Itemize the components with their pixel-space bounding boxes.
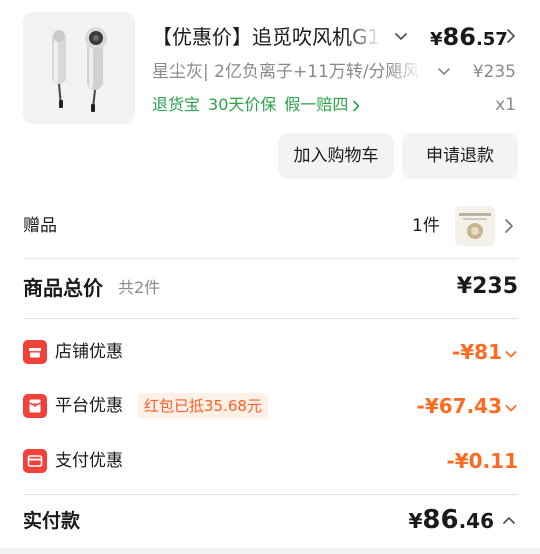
chevron-down-icon[interactable] <box>504 401 518 415</box>
service-return-insurance: 退货宝 <box>152 95 201 114</box>
store-discount-row[interactable]: 店铺优惠 -¥81 <box>0 332 540 372</box>
actual-payment-label: 实付款 <box>23 510 81 532</box>
bottom-strip <box>0 548 540 554</box>
platform-discount-label: 平台优惠 <box>55 396 123 416</box>
platform-discount-amount: -¥67.43 <box>416 394 502 418</box>
chevron-right-icon[interactable] <box>350 100 362 112</box>
order-product-card: 【优惠价】追觅吹风机G10 ¥86.57 星尘灰| 2亿负离子+11万转/分飓风… <box>0 0 540 200</box>
goods-total-count: 共2件 <box>118 278 161 297</box>
goods-total-row: 商品总价 共2件 ¥235 <box>0 268 540 308</box>
payment-discount-value: -¥0.11 <box>446 445 518 477</box>
add-to-cart-button[interactable]: 加入购物车 <box>278 133 394 179</box>
actual-payment-row[interactable]: 实付款 ¥86.46 <box>0 498 540 544</box>
red-packet-badge: 红包已抵35.68元 <box>138 393 268 419</box>
platform-discount-value[interactable]: -¥67.43 <box>417 390 518 422</box>
section-divider <box>23 258 518 259</box>
hair-dryer-image <box>23 12 135 124</box>
gift-thumbnail[interactable] <box>455 206 495 246</box>
goods-total-label: 商品总价 <box>23 276 103 300</box>
chevron-up-icon[interactable] <box>500 512 518 530</box>
paid-decimal: .46 <box>458 509 494 533</box>
price-integer: 86 <box>442 23 476 51</box>
red-packet-icon <box>23 394 47 418</box>
chevron-right-icon[interactable] <box>502 217 516 235</box>
wallet-icon <box>23 449 47 473</box>
product-price: ¥86.57 <box>430 20 508 54</box>
section-divider <box>23 318 518 319</box>
request-refund-button[interactable]: 申请退款 <box>402 133 518 179</box>
store-discount-label: 店铺优惠 <box>55 342 123 362</box>
gift-image <box>455 206 495 246</box>
paid-integer: 86 <box>422 505 459 535</box>
store-icon <box>23 340 47 364</box>
actual-payment-value: ¥86.46 <box>408 502 494 541</box>
service-price-protect: 30天价保 <box>208 95 277 114</box>
product-thumbnail[interactable] <box>23 12 135 124</box>
service-guarantee-row[interactable]: 退货宝 30天价保 假一赔四 x1 <box>152 91 532 119</box>
product-title[interactable]: 【优惠价】追觅吹风机G10 <box>152 20 380 54</box>
original-price: ¥235 <box>472 62 516 82</box>
chevron-down-icon[interactable] <box>392 27 410 45</box>
gift-count: 1件 <box>412 216 440 236</box>
service-guarantees[interactable]: 退货宝 30天价保 假一赔四 <box>152 91 362 119</box>
chevron-right-icon[interactable] <box>502 27 520 45</box>
goods-total-value: ¥235 <box>456 274 518 299</box>
chevron-down-icon[interactable] <box>504 347 518 361</box>
section-divider <box>23 494 518 495</box>
product-quantity: x1 <box>495 95 516 115</box>
paid-currency: ¥ <box>408 509 423 533</box>
store-discount-amount: -¥81 <box>451 340 502 364</box>
store-discount-value[interactable]: -¥81 <box>452 336 518 368</box>
service-fake-compensation: 假一赔四 <box>284 95 349 114</box>
chevron-down-icon[interactable] <box>436 63 452 79</box>
payment-discount-row[interactable]: 支付优惠 -¥0.11 <box>0 441 540 481</box>
gift-row[interactable]: 赠品 1件 <box>0 200 540 252</box>
product-spec-row[interactable]: 星尘灰| 2亿负离子+11万转/分飓风 ¥235 <box>152 58 532 86</box>
product-title-row[interactable]: 【优惠价】追觅吹风机G10 ¥86.57 <box>152 20 532 54</box>
product-spec[interactable]: 星尘灰| 2亿负离子+11万转/分飓风 <box>152 58 422 86</box>
payment-discount-amount: -¥0.11 <box>446 449 518 473</box>
gift-label: 赠品 <box>23 216 57 236</box>
price-currency: ¥ <box>430 29 443 50</box>
payment-discount-label: 支付优惠 <box>55 451 123 471</box>
platform-discount-row[interactable]: 平台优惠 红包已抵35.68元 -¥67.43 <box>0 386 540 426</box>
